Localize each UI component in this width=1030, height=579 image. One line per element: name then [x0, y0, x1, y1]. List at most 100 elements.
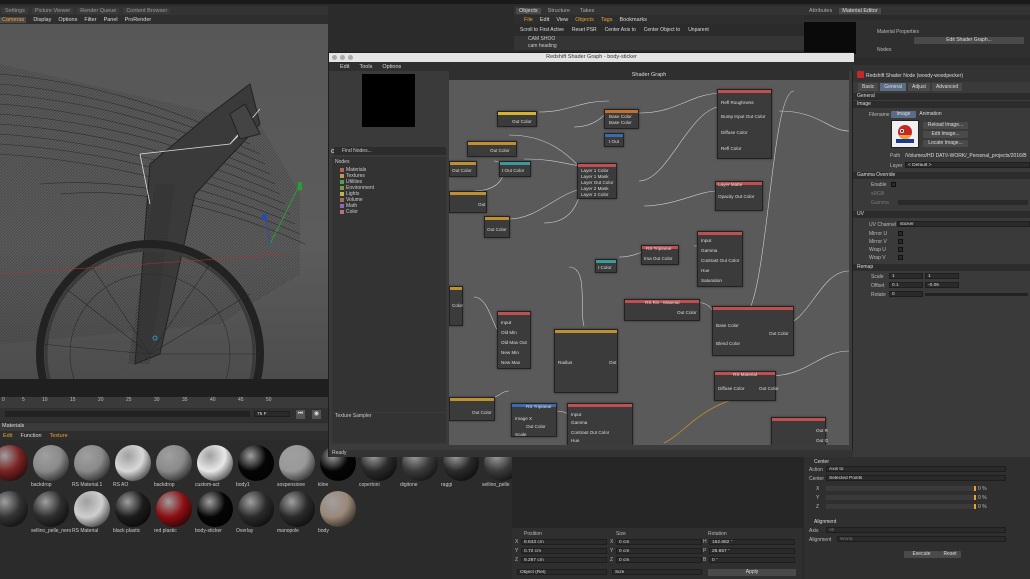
material-swatch[interactable]: sellino_pelle_nero — [31, 489, 71, 535]
material-swatch[interactable]: body1 — [236, 443, 276, 489]
tab-picture-viewer[interactable]: Picture Viewer — [31, 7, 74, 14]
shader-node[interactable]: Out Color — [449, 397, 495, 421]
material-swatch[interactable]: black plastic — [113, 489, 153, 535]
rotate-field[interactable]: 0 — [889, 291, 923, 297]
edit-shader-graph-button[interactable]: Edit Shader Graph... — [914, 37, 1024, 44]
tab-content-browser[interactable]: Content Browser — [123, 7, 171, 14]
rotation-field[interactable]: 162.682 ° — [709, 539, 795, 545]
x-slider[interactable] — [826, 486, 976, 491]
tab-animation[interactable]: Animation — [918, 111, 943, 118]
material-swatch[interactable] — [0, 489, 30, 535]
rotation-field[interactable]: 0 ° — [709, 557, 795, 563]
shader-node[interactable]: Out ROut GInput — [771, 417, 828, 445]
menu-function[interactable]: Function — [20, 433, 41, 439]
menu-edit[interactable]: Edit — [340, 64, 349, 70]
material-swatch[interactable]: RS Material — [72, 489, 112, 535]
shader-node[interactable]: Out Color — [449, 161, 477, 177]
rotation-field[interactable]: 28.657 ° — [709, 548, 795, 554]
menu-display[interactable]: Display — [33, 17, 51, 23]
mirror-u-checkbox[interactable] — [898, 231, 903, 236]
position-field[interactable]: 8.643 cm — [521, 539, 607, 545]
menu-objects[interactable]: Objects — [575, 17, 594, 23]
frame-range-slider[interactable] — [5, 411, 250, 417]
shader-node[interactable]: InputGammaContrast Out ColorHueSaturatio… — [567, 403, 633, 445]
scroll-to-first-active-button[interactable]: Scroll to First Active — [520, 27, 564, 33]
3d-viewport[interactable] — [0, 24, 328, 396]
layer-dropdown[interactable]: < Default > — [905, 162, 1030, 168]
menu-bookmarks[interactable]: Bookmarks — [619, 17, 647, 23]
shader-node[interactable]: RS Material Diffuse Color Out Color — [714, 371, 779, 401]
tab-settings[interactable]: Settings — [2, 7, 28, 14]
center-dropdown[interactable]: Selected Points — [826, 475, 1006, 481]
apply-button[interactable]: Apply — [708, 569, 796, 576]
tab-material-editor[interactable]: Material Editor — [839, 7, 881, 14]
menu-edit[interactable]: Edit — [540, 17, 549, 23]
menu-view[interactable]: View — [556, 17, 568, 23]
material-swatch[interactable]: RS Material.1 — [72, 443, 112, 489]
shader-node[interactable]: Layer 1 Color Layer 1 Mask Layer Out Color… — [577, 163, 617, 199]
edit-image-button[interactable]: Edit Image... — [923, 131, 968, 138]
shader-node[interactable]: t Out Color — [499, 161, 531, 177]
material-swatch[interactable]: backdrop — [154, 443, 194, 489]
coord-mode-dropdown[interactable]: Object (Rel) — [517, 569, 607, 575]
shader-node[interactable]: Out Color — [497, 111, 537, 127]
axis-dropdown[interactable]: All — [826, 527, 1006, 533]
uv-channel-field[interactable]: sticker — [897, 221, 1030, 227]
menu-tools[interactable]: Tools — [359, 64, 372, 70]
menu-texture[interactable]: Texture — [50, 433, 68, 439]
material-swatch[interactable]: body-sticker — [195, 489, 235, 535]
tab-basic[interactable]: Basic — [858, 83, 879, 91]
y-slider[interactable] — [826, 495, 976, 500]
find-nodes-input[interactable]: Find Nodes... — [334, 147, 446, 155]
tab-attributes[interactable]: Attributes — [806, 8, 835, 14]
size-field[interactable]: 0 cm — [616, 557, 702, 563]
size-field[interactable]: 0 cm — [616, 548, 702, 554]
material-swatch[interactable]: manopole — [277, 489, 317, 535]
shader-node[interactable]: Input Old Min Old Max Out New Min New Max — [497, 311, 531, 369]
menu-panel[interactable]: Panel — [104, 17, 118, 23]
object-row[interactable]: cam heading — [514, 43, 804, 50]
position-field[interactable]: 0.72 cm — [521, 548, 607, 554]
object-row[interactable]: CAM SHOO — [514, 36, 804, 43]
wrap-u-checkbox[interactable] — [898, 247, 903, 252]
menu-options[interactable]: Options — [382, 64, 401, 70]
wrap-v-checkbox[interactable] — [898, 255, 903, 260]
execute-button[interactable]: Execute — [904, 551, 939, 558]
tab-advanced[interactable]: Advanced — [931, 83, 963, 91]
shader-node[interactable]: Refl Roughness Bump Input Out Color Diffus… — [717, 89, 772, 159]
shader-node[interactable]: Out Color — [467, 141, 517, 157]
shader-node[interactable]: InputGammaContrast Out ColorHueSaturatio… — [697, 231, 743, 287]
tab-adjust[interactable]: Adjust — [908, 83, 930, 91]
section-general[interactable]: General — [853, 93, 1030, 100]
shader-node[interactable]: Radius Out — [554, 329, 618, 393]
material-swatch[interactable]: body — [318, 489, 358, 535]
menu-edit[interactable]: Edit — [3, 433, 12, 439]
tab-objects[interactable]: Objects — [516, 7, 541, 14]
center-object-button[interactable]: Center Object to — [644, 27, 680, 33]
image-thumbnail[interactable] — [891, 120, 919, 148]
material-swatch[interactable]: RS AO — [113, 443, 153, 489]
minimize-window-icon[interactable] — [340, 55, 345, 60]
material-swatch[interactable]: Overlay — [236, 489, 276, 535]
alignment-dropdown[interactable]: World — [837, 536, 1006, 542]
center-axis-button[interactable]: Center Axis to — [605, 27, 636, 33]
shader-node[interactable]: t Out — [604, 133, 624, 147]
reset-psr-button[interactable]: Reset PSR — [572, 27, 597, 33]
material-swatch[interactable]: red plastic — [154, 489, 194, 535]
shader-node[interactable]: Color — [449, 286, 463, 326]
shader-node[interactable]: Layer Matte Opacity Out Color — [715, 181, 763, 211]
section-gamma-override[interactable]: Gamma Override — [853, 172, 1030, 179]
shader-node[interactable]: Base Color Base Color — [604, 109, 639, 129]
shader-node[interactable]: Out Color — [484, 216, 510, 238]
action-dropdown[interactable]: Axis to — [826, 466, 1006, 472]
size-mode-dropdown[interactable]: Size — [612, 569, 702, 575]
shader-node[interactable]: Out — [449, 191, 487, 213]
maximize-window-icon[interactable] — [348, 55, 353, 60]
tab-structure[interactable]: Structure — [545, 8, 573, 14]
tab-image[interactable]: Image — [891, 111, 916, 118]
z-slider[interactable] — [826, 504, 976, 509]
tab-render-queue[interactable]: Render Queue — [77, 7, 120, 14]
record-icon[interactable]: ◉ — [312, 410, 321, 419]
close-window-icon[interactable] — [332, 55, 337, 60]
position-field[interactable]: 9.297 cm — [521, 557, 607, 563]
